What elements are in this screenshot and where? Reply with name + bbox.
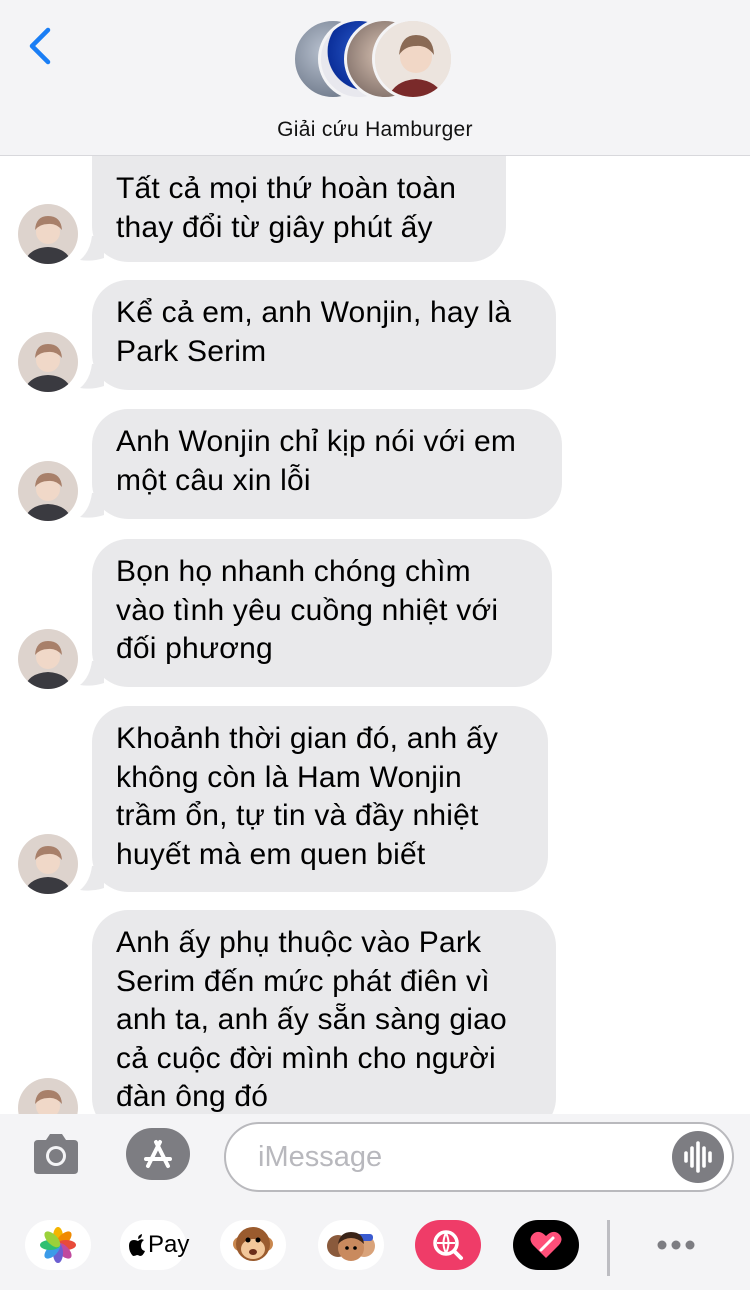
sender-avatar[interactable] (18, 332, 78, 392)
digital-touch-button[interactable] (513, 1220, 579, 1270)
message-input[interactable]: iMessage (224, 1122, 734, 1192)
bubble-tail (80, 364, 104, 389)
message-line: Khoảnh thời gian đó, anh ấy (116, 722, 499, 755)
app-strip-divider (607, 1220, 610, 1276)
message-line: Kể cả em, anh Wonjin, hay là (116, 296, 512, 329)
sender-avatar[interactable] (18, 1078, 78, 1114)
compose-bar: iMessage (0, 1114, 750, 1202)
message-line: trầm ổn, tự tin và đầy nhiệt (116, 799, 479, 832)
message-line: thay đổi từ giây phút ấy (116, 210, 433, 244)
sender-avatar[interactable] (18, 461, 78, 521)
message-thread[interactable]: Tất cả mọi thứ hoàn toàn thay đổi từ giâ… (0, 156, 750, 1114)
photos-app-button[interactable] (25, 1220, 91, 1270)
waveform-icon (684, 1141, 712, 1173)
message-bubble[interactable]: Anh Wonjin chỉ kịp nói với em một câu xi… (92, 409, 562, 519)
conversation-header: Giải cứu Hamburger (0, 0, 750, 156)
message-line: đàn ông đó (116, 1080, 269, 1113)
message-line: vào tình yêu cuồng nhiệt với (116, 593, 499, 627)
sender-avatar[interactable] (18, 834, 78, 894)
memoji-button[interactable] (318, 1220, 384, 1270)
message-line: Bọn họ nhanh chóng chìm (116, 555, 471, 588)
message-line: Anh Wonjin chỉ kịp nói với em (116, 425, 517, 458)
message-bubble[interactable]: Anh ấy phụ thuộc vào Park Serim đến mức … (92, 910, 556, 1114)
camera-button[interactable] (30, 1132, 82, 1176)
imessage-app-strip: Pay (0, 1202, 750, 1290)
sender-avatar[interactable] (18, 629, 78, 689)
web-search-icon (433, 1230, 463, 1260)
message-input-placeholder: iMessage (258, 1141, 383, 1173)
group-member-avatar (372, 18, 454, 100)
message-line: huyết mà em quen biết (116, 837, 426, 871)
bubble-tail (80, 866, 104, 891)
animoji-button[interactable] (220, 1220, 286, 1270)
more-apps-button[interactable] (650, 1220, 702, 1270)
apple-pay-button[interactable]: Pay (120, 1220, 190, 1270)
message-line: không còn là Ham Wonjin (116, 760, 462, 794)
message-bubble[interactable]: Bọn họ nhanh chóng chìm vào tình yêu cuồ… (92, 539, 552, 687)
message-line: đối phương (116, 632, 273, 665)
bubble-tail (80, 493, 104, 518)
message-bubble[interactable]: Tất cả mọi thứ hoàn toàn thay đổi từ giâ… (92, 156, 506, 262)
photos-icon (40, 1227, 76, 1263)
camera-icon (34, 1134, 78, 1174)
message-line: Serim đến mức phát điên vì (116, 964, 490, 998)
back-button[interactable] (22, 24, 62, 68)
apple-pay-label: Pay (148, 1231, 190, 1258)
bubble-tail (80, 661, 104, 686)
message-bubble[interactable]: Khoảnh thời gian đó, anh ấy không còn là… (92, 706, 548, 892)
audio-message-button[interactable] (672, 1131, 724, 1183)
app-store-button[interactable] (126, 1128, 190, 1180)
digital-touch-icon (530, 1231, 562, 1258)
more-icon (657, 1240, 695, 1250)
message-line: cả cuộc đời mình cho người (116, 1041, 496, 1075)
message-line: Anh ấy phụ thuộc vào Park (116, 926, 482, 959)
message-line: Park Serim (116, 334, 267, 368)
animoji-icon (233, 1227, 273, 1261)
web-search-button[interactable] (415, 1220, 481, 1270)
group-avatar-stack[interactable] (292, 18, 462, 106)
app-store-icon (126, 1128, 190, 1180)
message-line: một câu xin lỗi (116, 463, 311, 497)
sender-avatar[interactable] (18, 204, 78, 264)
conversation-title[interactable]: Giải cứu Hamburger (0, 118, 750, 142)
chevron-left-icon (29, 27, 51, 65)
memoji-icon (327, 1232, 375, 1261)
message-bubble[interactable]: Kể cả em, anh Wonjin, hay là Park Serim (92, 280, 556, 390)
bubble-tail (80, 236, 104, 261)
message-line: Tất cả mọi thứ hoàn toàn (116, 172, 457, 205)
apple-pay-icon (129, 1234, 145, 1256)
message-line: anh ta, anh ấy sẵn sàng giao (116, 1003, 507, 1036)
